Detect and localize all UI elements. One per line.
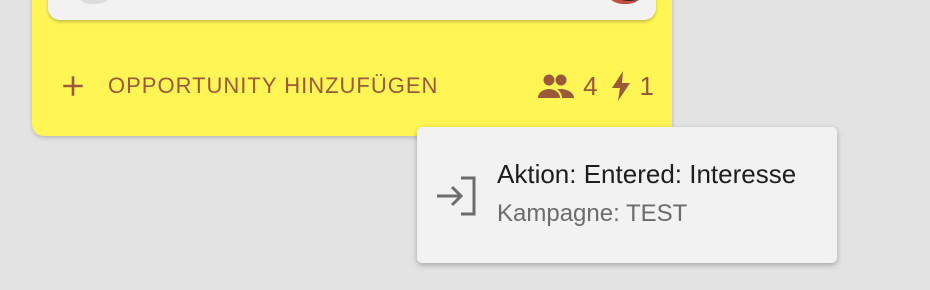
tooltip-title: Aktion: Entered: Interesse xyxy=(497,159,797,189)
people-icon xyxy=(538,74,575,98)
avatar xyxy=(602,0,648,4)
opportunity-card[interactable] xyxy=(48,0,656,20)
plus-icon xyxy=(63,76,83,96)
action-tooltip: Aktion: Entered: Interesse Kampagne: TES… xyxy=(417,127,837,263)
column-stats: 4 1 xyxy=(537,64,654,108)
avatar xyxy=(72,0,116,4)
tooltip-subtitle: Kampagne: TEST xyxy=(497,200,688,227)
members-count: 4 xyxy=(583,70,598,101)
bolt-icon xyxy=(611,71,630,101)
add-opportunity-label: OPPORTUNITY HINZUFÜGEN xyxy=(108,73,439,98)
actions-count: 1 xyxy=(639,70,654,101)
column-footer: OPPORTUNITY HINZUFÜGEN 4 1 xyxy=(32,64,672,108)
kanban-column: OPPORTUNITY HINZUFÜGEN 4 1 xyxy=(32,0,672,136)
add-opportunity-button[interactable]: OPPORTUNITY HINZUFÜGEN xyxy=(60,64,438,108)
login-icon xyxy=(437,176,476,216)
